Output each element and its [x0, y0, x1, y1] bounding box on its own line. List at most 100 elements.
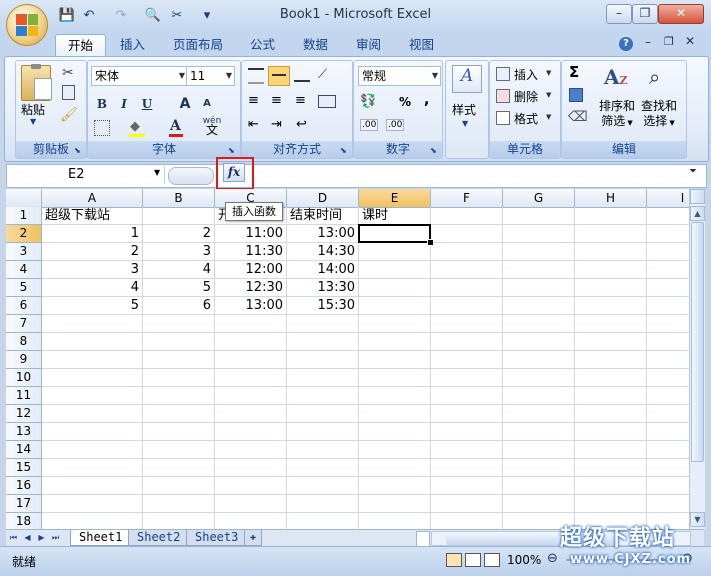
- cell-h10[interactable]: [575, 369, 647, 387]
- cell-d2[interactable]: 13:00: [287, 225, 359, 243]
- cell-g9[interactable]: [503, 351, 575, 369]
- delete-cells-icon[interactable]: [496, 89, 510, 103]
- cell-b11[interactable]: [143, 387, 215, 405]
- sheet-tab-sheet3[interactable]: Sheet3: [186, 530, 248, 546]
- cell-e17[interactable]: [359, 495, 431, 513]
- cell-h11[interactable]: [575, 387, 647, 405]
- scroll-up-icon[interactable]: ▲: [690, 206, 705, 221]
- row-header-1[interactable]: 1: [6, 207, 42, 225]
- minimize-button[interactable]: –: [606, 4, 632, 24]
- cell-i11[interactable]: [647, 387, 689, 405]
- cell-e4[interactable]: [359, 261, 431, 279]
- alignment-launcher-icon[interactable]: ⬊: [340, 146, 350, 156]
- first-sheet-icon[interactable]: ⏮: [8, 531, 19, 545]
- cell-d3[interactable]: 14:30: [287, 243, 359, 261]
- cell-g17[interactable]: [503, 495, 575, 513]
- cell-h14[interactable]: [575, 441, 647, 459]
- tab-home[interactable]: 开始: [55, 34, 107, 57]
- cell-e16[interactable]: [359, 477, 431, 495]
- border-icon[interactable]: [94, 120, 110, 136]
- cell-e9[interactable]: [359, 351, 431, 369]
- tab-data[interactable]: 数据: [291, 34, 340, 56]
- sort-filter-label[interactable]: 排序和 筛选 ▼: [599, 99, 635, 131]
- column-header-d[interactable]: D: [287, 189, 359, 208]
- copy-icon[interactable]: [62, 85, 75, 100]
- cell-i8[interactable]: [647, 333, 689, 351]
- cell-c6[interactable]: 13:00: [215, 297, 287, 315]
- cell-c7[interactable]: [215, 315, 287, 333]
- tab-formulas[interactable]: 公式: [238, 34, 287, 56]
- name-box[interactable]: E2 ▼: [8, 166, 165, 184]
- fill-handle[interactable]: [427, 239, 434, 246]
- cell-d17[interactable]: [287, 495, 359, 513]
- paste-button-label[interactable]: 粘贴: [21, 101, 45, 118]
- column-header-b[interactable]: B: [143, 189, 215, 208]
- fill-color-icon[interactable]: ◆: [129, 119, 145, 137]
- cell-d10[interactable]: [287, 369, 359, 387]
- format-cells-label[interactable]: 格式: [514, 110, 538, 127]
- row-header-8[interactable]: 8: [6, 333, 42, 351]
- cell-a3[interactable]: 2: [42, 243, 143, 261]
- row-header-11[interactable]: 11: [6, 387, 42, 405]
- row-header-12[interactable]: 12: [6, 405, 42, 423]
- formula-bar-handle[interactable]: [168, 167, 214, 185]
- cell-i17[interactable]: [647, 495, 689, 513]
- cell-i12[interactable]: [647, 405, 689, 423]
- cell-a5[interactable]: 4: [42, 279, 143, 297]
- row-header-13[interactable]: 13: [6, 423, 42, 441]
- row-header-3[interactable]: 3: [6, 243, 42, 261]
- bold-button[interactable]: B: [91, 94, 113, 114]
- cell-a7[interactable]: [42, 315, 143, 333]
- cell-d16[interactable]: [287, 477, 359, 495]
- cell-g10[interactable]: [503, 369, 575, 387]
- styles-button-label[interactable]: 样式: [452, 101, 476, 118]
- cell-a13[interactable]: [42, 423, 143, 441]
- cell-g13[interactable]: [503, 423, 575, 441]
- cell-b17[interactable]: [143, 495, 215, 513]
- cell-d11[interactable]: [287, 387, 359, 405]
- insert-sheet-icon[interactable]: ✚: [244, 530, 263, 546]
- cell-b6[interactable]: 6: [143, 297, 215, 315]
- cell-i9[interactable]: [647, 351, 689, 369]
- cell-e10[interactable]: [359, 369, 431, 387]
- zoom-out-icon[interactable]: ⊖: [547, 551, 558, 566]
- ribbon-minimize-icon[interactable]: –: [645, 35, 651, 49]
- tab-insert[interactable]: 插入: [108, 34, 157, 56]
- format-cells-icon[interactable]: [496, 111, 510, 125]
- ribbon-close-icon[interactable]: ✕: [685, 34, 695, 48]
- fill-icon[interactable]: [569, 88, 583, 102]
- next-sheet-icon[interactable]: ▶: [36, 531, 47, 545]
- tab-page-layout[interactable]: 页面布局: [161, 34, 235, 56]
- cell-e7[interactable]: [359, 315, 431, 333]
- page-layout-view-icon[interactable]: [465, 553, 481, 567]
- cell-b15[interactable]: [143, 459, 215, 477]
- cell-c11[interactable]: [215, 387, 287, 405]
- cell-f16[interactable]: [431, 477, 503, 495]
- zoom-level[interactable]: 100%: [507, 553, 541, 567]
- cell-f2[interactable]: [431, 225, 503, 243]
- column-header-f[interactable]: F: [431, 189, 503, 208]
- cell-i5[interactable]: [647, 279, 689, 297]
- cell-b4[interactable]: 4: [143, 261, 215, 279]
- phonetic-icon[interactable]: wén 文: [202, 117, 222, 137]
- cell-d6[interactable]: 15:30: [287, 297, 359, 315]
- cell-h2[interactable]: [575, 225, 647, 243]
- sheet-tab-sheet1[interactable]: Sheet1: [70, 530, 132, 546]
- cell-f3[interactable]: [431, 243, 503, 261]
- sort-filter-icon[interactable]: AZ: [604, 65, 628, 89]
- row-header-17[interactable]: 17: [6, 495, 42, 513]
- cell-e8[interactable]: [359, 333, 431, 351]
- cell-f8[interactable]: [431, 333, 503, 351]
- find-select-icon[interactable]: ⌕: [649, 65, 660, 89]
- cell-d13[interactable]: [287, 423, 359, 441]
- cell-e12[interactable]: [359, 405, 431, 423]
- column-header-g[interactable]: G: [503, 189, 575, 208]
- cell-d1[interactable]: 结束时间: [287, 207, 359, 225]
- cell-h7[interactable]: [575, 315, 647, 333]
- cell-d15[interactable]: [287, 459, 359, 477]
- cell-a6[interactable]: 5: [42, 297, 143, 315]
- column-header-h[interactable]: H: [575, 189, 647, 208]
- restore-button[interactable]: ❐: [632, 4, 658, 24]
- grow-font-button[interactable]: A: [174, 94, 196, 114]
- currency-icon[interactable]: 💱: [360, 94, 376, 109]
